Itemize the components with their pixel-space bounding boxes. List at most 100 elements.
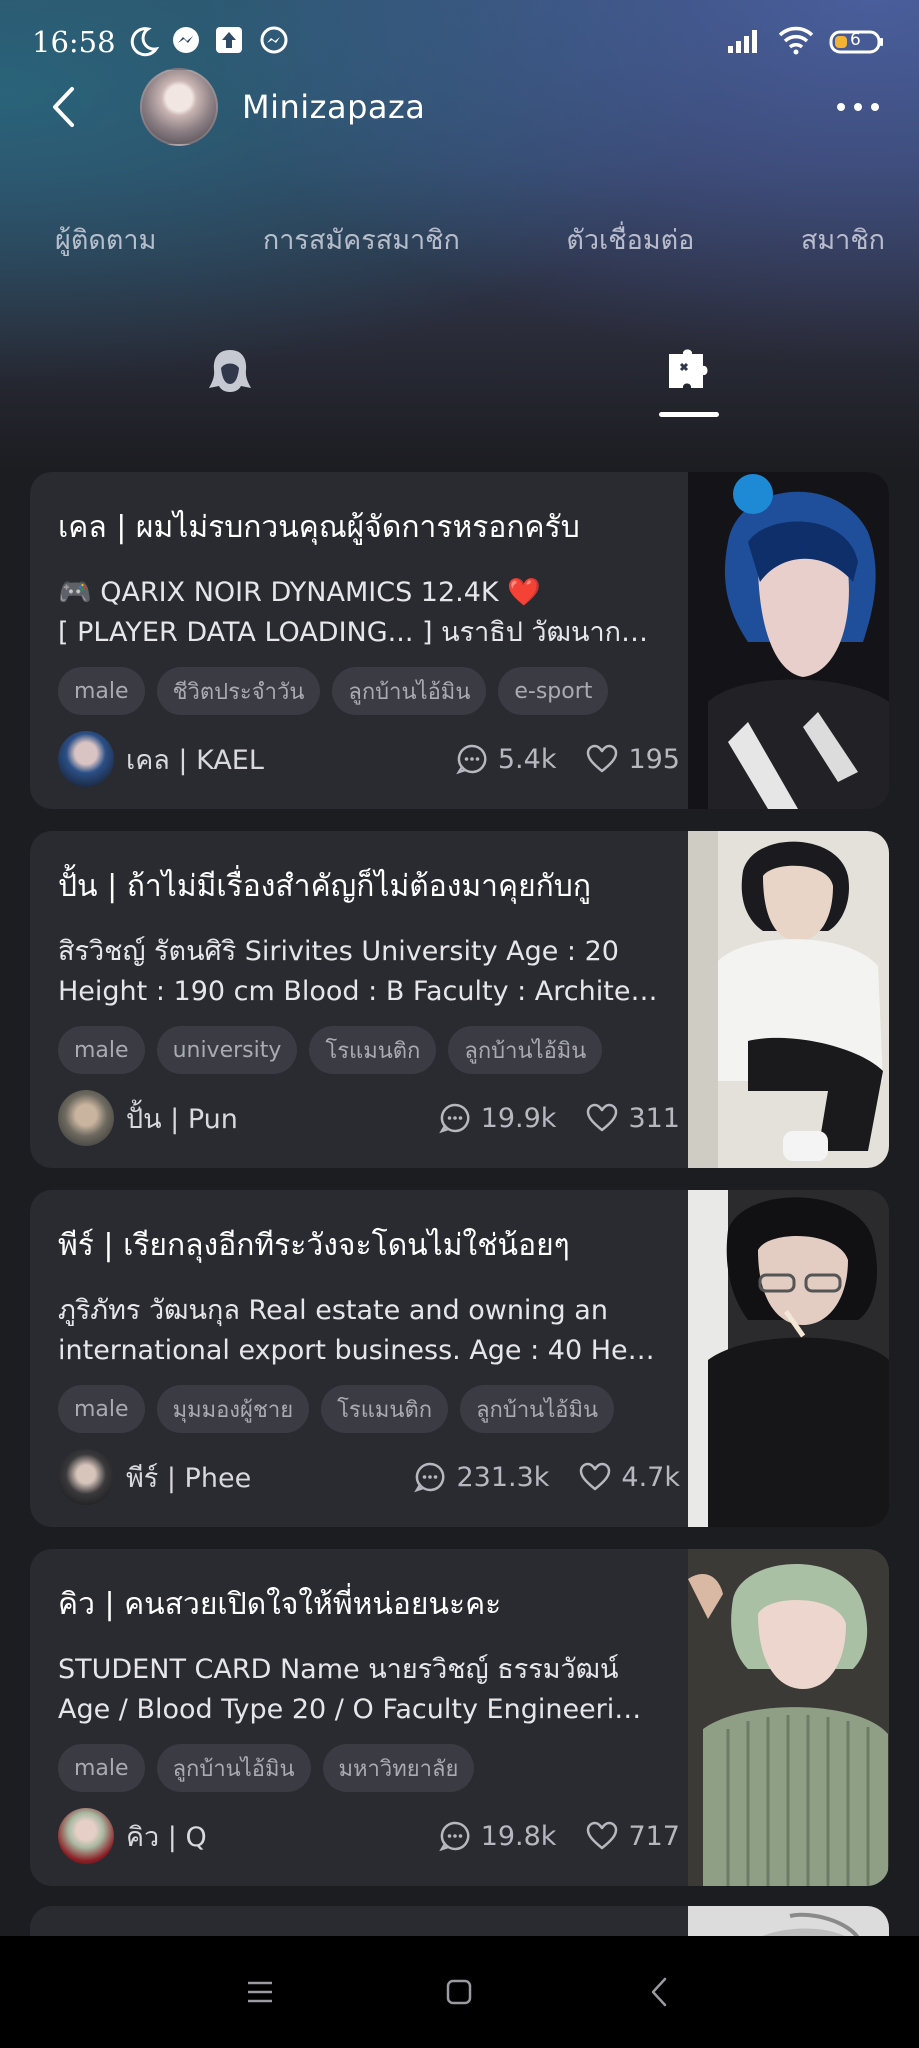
like-count: 4.7k	[621, 1461, 680, 1493]
character-card[interactable]: คิว | คนสวยเปิดใจให้พี่หน่อยนะคะ STUDENT…	[30, 1549, 889, 1886]
card-footer: ปั้น | Pun 19.9k 311	[58, 1090, 680, 1146]
battery-level: 6	[850, 30, 861, 50]
author-avatar[interactable]	[58, 1090, 114, 1146]
like-stat[interactable]: 311	[586, 1103, 680, 1134]
author-avatar[interactable]	[58, 1449, 114, 1505]
character-image	[688, 1190, 889, 1527]
author-avatar[interactable]	[58, 731, 114, 787]
tag[interactable]: มหาวิทยาลัย	[322, 1744, 475, 1792]
status-time: 16:58	[32, 25, 116, 59]
more-button[interactable]	[837, 93, 879, 121]
heart-icon	[587, 1103, 618, 1132]
tag-list: male มุมมองผู้ชาย โรแมนติก ลูกบ้านไอ้มิน	[58, 1385, 688, 1433]
upload-icon	[214, 25, 248, 59]
heart-icon	[580, 1462, 611, 1491]
active-tab-indicator	[659, 412, 719, 417]
tag[interactable]: โรแมนติก	[321, 1385, 449, 1433]
tag[interactable]: university	[156, 1026, 298, 1074]
author-name[interactable]: เคล | KAEL	[126, 738, 264, 781]
tag[interactable]: ลูกบ้านไอ้มิน	[448, 1026, 603, 1074]
chevron-left-icon	[53, 87, 74, 127]
profile-avatar[interactable]	[140, 68, 218, 146]
card-description-line: Height : 190 cm Blood : B Faculty : Arch…	[58, 976, 658, 1007]
tab-connectors[interactable]: ตัวเชื่อมต่อ	[566, 218, 694, 261]
comment-stat: 19.9k	[438, 1102, 556, 1134]
tag[interactable]: e-sport	[498, 667, 609, 715]
card-stats: 19.8k 717	[409, 1820, 680, 1852]
card-footer: เคล | KAEL 5.4k 195	[58, 731, 680, 787]
comment-icon	[438, 1821, 470, 1852]
tag[interactable]: ลูกบ้านไอ้มิน	[156, 1744, 311, 1792]
author-name[interactable]: ปั้น | Pun	[126, 1097, 238, 1140]
card-description: STUDENT CARD Name นายรวิชญ์ ธรรมวัฒน์ Ag…	[58, 1650, 688, 1730]
character-card[interactable]: ปั้น | ถ้าไม่มีเรื่องสำคัญก็ไม่ต้องมาคุย…	[30, 831, 889, 1168]
system-back-button[interactable]	[629, 1962, 689, 2022]
home-square-icon	[447, 1979, 472, 2005]
home-button[interactable]	[429, 1962, 489, 2022]
wifi-icon	[777, 25, 815, 59]
tab-followers[interactable]: ผู้ติดตาม	[55, 218, 156, 261]
tag[interactable]: ลูกบ้านไอ้มิน	[460, 1385, 615, 1433]
menu-icon	[247, 1981, 272, 2003]
card-footer: คิว | Q 19.8k 717	[58, 1808, 680, 1864]
card-body: เคล | ผมไม่รบกวนคุณผู้จัดการหรอกครับ 🎮 Q…	[58, 504, 688, 787]
more-dots-icon	[837, 103, 845, 111]
tag-list: male ชีวิตประจำวัน ลูกบ้านไอ้มิน e-sport	[58, 667, 688, 715]
tab-plugins[interactable]	[649, 330, 729, 410]
card-description: สิรวิชญ์ รัตนศิริ Sirivites University A…	[58, 932, 688, 1012]
card-footer: พีร์ | Phee 231.3k 4.7k	[58, 1449, 680, 1505]
card-description-line: [ PLAYER DATA LOADING... ] นราธิป วัฒนาก…	[58, 617, 658, 648]
comment-count: 5.4k	[497, 743, 557, 775]
character-image	[688, 1549, 889, 1886]
card-description: ภูริภัทร วัฒนกุล Real estate and owning …	[58, 1291, 688, 1371]
author-avatar[interactable]	[58, 1808, 114, 1864]
card-description-line: Age / Blood Type 20 / O Faculty Engineer…	[58, 1694, 658, 1725]
comment-icon	[456, 744, 487, 775]
messenger-icon	[170, 25, 204, 59]
like-stat[interactable]: 717	[586, 1821, 680, 1852]
tag[interactable]: male	[58, 667, 145, 715]
like-count: 195	[628, 743, 680, 775]
comment-count: 19.8k	[480, 1820, 557, 1852]
tag[interactable]: male	[58, 1744, 145, 1792]
character-card[interactable]: เคล | ผมไม่รบกวนคุณผู้จัดการหรอกครับ 🎮 Q…	[30, 472, 889, 809]
tag[interactable]: male	[58, 1385, 145, 1433]
recent-apps-button[interactable]	[230, 1962, 290, 2022]
card-title: คิว | คนสวยเปิดใจให้พี่หน่อยนะคะ	[58, 1587, 502, 1622]
tab-subscriptions[interactable]: การสมัครสมาชิก	[263, 218, 460, 261]
tab-characters[interactable]	[190, 330, 270, 410]
comment-icon	[438, 1103, 470, 1134]
comment-icon	[414, 1462, 445, 1493]
tab-members[interactable]: สมาชิก	[801, 218, 885, 261]
system-nav-bar	[0, 1936, 919, 2048]
icon-tabs	[0, 330, 919, 430]
tag[interactable]: มุมมองผู้ชาย	[156, 1385, 310, 1433]
tag[interactable]: โรแมนติก	[309, 1026, 437, 1074]
like-count: 311	[628, 1102, 680, 1134]
card-description-line: international export business. Age : 40 …	[58, 1335, 658, 1366]
tag[interactable]: ลูกบ้านไอ้มิน	[332, 667, 487, 715]
author-name[interactable]: คิว | Q	[126, 1815, 207, 1858]
character-icon	[209, 350, 251, 392]
card-description-line: STUDENT CARD Name นายรวิชญ์ ธรรมวัฒน์	[58, 1654, 619, 1685]
comment-stat: 19.8k	[438, 1820, 557, 1852]
back-button[interactable]	[50, 77, 90, 137]
comment-stat: 231.3k	[414, 1461, 549, 1493]
tag-list: male university โรแมนติก ลูกบ้านไอ้มิน	[58, 1026, 688, 1074]
tag[interactable]: male	[58, 1026, 145, 1074]
character-list: เคล | ผมไม่รบกวนคุณผู้จัดการหรอกครับ 🎮 Q…	[30, 472, 889, 1908]
card-stats: 231.3k 4.7k	[384, 1461, 680, 1493]
like-stat[interactable]: 4.7k	[579, 1462, 680, 1493]
card-description-line: สิรวิชญ์ รัตนศิริ Sirivites University A…	[58, 936, 619, 967]
page-title: Minizapaza	[242, 88, 426, 126]
battery-icon: 6	[829, 29, 885, 55]
tag-list: male ลูกบ้านไอ้มิน มหาวิทยาลัย	[58, 1744, 688, 1792]
author-name[interactable]: พีร์ | Phee	[126, 1456, 251, 1499]
tag[interactable]: ชีวิตประจำวัน	[156, 667, 321, 715]
card-description-line: 🎮 QARIX NOIR DYNAMICS 12.4K ❤️	[58, 577, 541, 608]
card-body: คิว | คนสวยเปิดใจให้พี่หน่อยนะคะ STUDENT…	[58, 1581, 688, 1864]
moon-icon	[126, 25, 160, 59]
character-image	[688, 831, 889, 1168]
like-stat[interactable]: 195	[586, 744, 680, 775]
character-card[interactable]: พีร์ | เรียกลุงอีกทีระวังจะโดนไม่ใช่น้อย…	[30, 1190, 889, 1527]
